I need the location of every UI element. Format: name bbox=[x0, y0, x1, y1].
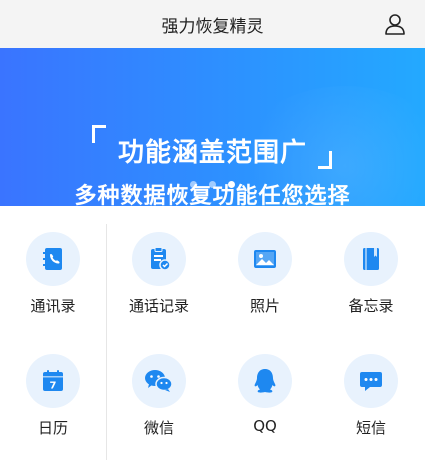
grid-item-memo[interactable]: 备忘录 bbox=[318, 206, 424, 326]
grid-item-calendar[interactable]: 7 日历 bbox=[0, 328, 106, 448]
icon-circle bbox=[132, 354, 186, 408]
grid-item-wechat[interactable]: 微信 bbox=[106, 328, 212, 448]
contacts-icon bbox=[43, 248, 62, 270]
page-title: 强力恢复精灵 bbox=[161, 16, 264, 37]
icon-circle bbox=[26, 232, 80, 286]
call-log-icon bbox=[151, 247, 171, 271]
carousel-dot-active[interactable] bbox=[228, 181, 235, 188]
carousel-dots bbox=[0, 181, 425, 188]
sms-icon bbox=[360, 372, 382, 391]
user-icon[interactable] bbox=[383, 12, 407, 36]
qq-icon bbox=[254, 369, 276, 393]
grid-item-label: 日历 bbox=[37, 419, 68, 437]
icon-circle bbox=[344, 232, 398, 286]
calendar-icon: 7 bbox=[43, 370, 63, 392]
photo-icon bbox=[254, 250, 276, 268]
calendar-day: 7 bbox=[50, 381, 57, 392]
banner-title: 功能涵盖范围广 bbox=[117, 138, 307, 168]
grid-item-label: 照片 bbox=[249, 297, 280, 315]
grid-item-label: 通讯录 bbox=[30, 297, 76, 315]
carousel-dot[interactable] bbox=[190, 181, 197, 188]
memo-icon bbox=[363, 248, 379, 270]
banner-bracket-right bbox=[318, 151, 332, 169]
icon-circle bbox=[132, 232, 186, 286]
wechat-icon bbox=[145, 370, 173, 392]
icon-circle bbox=[238, 232, 292, 286]
grid-item-label: 微信 bbox=[143, 419, 174, 437]
grid-item-sms[interactable]: 短信 bbox=[318, 328, 424, 448]
app-header: 强力恢复精灵 bbox=[0, 0, 425, 48]
grid-item-label: 备忘录 bbox=[348, 297, 394, 315]
icon-circle bbox=[344, 354, 398, 408]
grid-item-label: 通话记录 bbox=[128, 297, 189, 315]
grid-item-label: QQ bbox=[253, 417, 277, 435]
carousel-dot[interactable] bbox=[209, 181, 216, 188]
grid-item-call-log[interactable]: 通话记录 bbox=[106, 206, 212, 326]
feature-grid: 通讯录 通话记录 照片 备忘录 7 日历 微信 QQ 短信 bbox=[0, 206, 425, 462]
grid-item-label: 短信 bbox=[355, 419, 386, 437]
grid-item-qq[interactable]: QQ bbox=[212, 328, 318, 448]
icon-circle: 7 bbox=[26, 354, 80, 408]
grid-item-contacts[interactable]: 通讯录 bbox=[0, 206, 106, 326]
grid-item-photos[interactable]: 照片 bbox=[212, 206, 318, 326]
icon-circle bbox=[238, 354, 292, 408]
